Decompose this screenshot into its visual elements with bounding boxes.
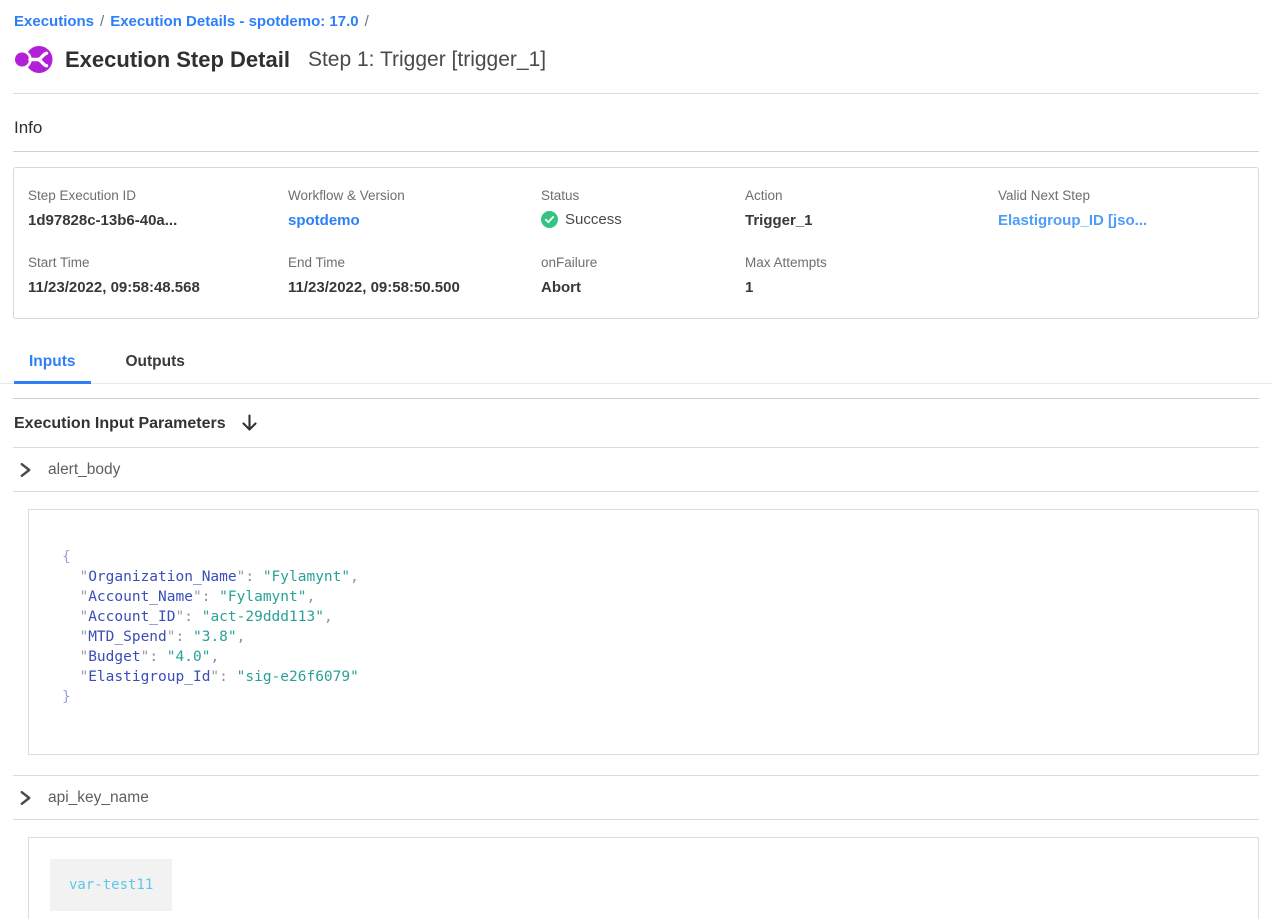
- info-section-heading: Info: [13, 94, 1259, 151]
- field-step-execution-id: Step Execution ID 1d97828c-13b6-40a...: [28, 188, 288, 229]
- alert-body-json-code: { "Organization_Name": "Fylamynt", "Acco…: [62, 547, 1238, 707]
- info-card: Step Execution ID 1d97828c-13b6-40a... W…: [13, 167, 1259, 319]
- field-label: Max Attempts: [745, 255, 998, 270]
- field-action: Action Trigger_1: [745, 188, 998, 229]
- field-start-time: Start Time 11/23/2022, 09:58:48.568: [28, 255, 288, 296]
- breadcrumb-separator: /: [359, 13, 375, 30]
- field-value: Abort: [541, 279, 745, 296]
- page-title: Execution Step Detail: [65, 47, 290, 73]
- breadcrumb-separator: /: [94, 13, 110, 30]
- param-name: alert_body: [48, 461, 120, 479]
- field-value: Trigger_1: [745, 212, 998, 229]
- execution-input-parameters-header: Execution Input Parameters: [13, 399, 1259, 447]
- breadcrumb-execution-details-link[interactable]: Execution Details - spotdemo: 17.0: [110, 13, 358, 30]
- tab-bar: Inputs Outputs: [0, 346, 1272, 384]
- workflow-link[interactable]: spotdemo: [288, 212, 541, 229]
- breadcrumb: Executions/Execution Details - spotdemo:…: [0, 0, 1272, 30]
- field-value: 11/23/2022, 09:58:50.500: [288, 279, 541, 296]
- field-label: Workflow & Version: [288, 188, 541, 203]
- field-value: 11/23/2022, 09:58:48.568: [28, 279, 288, 296]
- field-valid-next-step: Valid Next Step Elastigroup_ID [jso...: [998, 188, 1244, 229]
- api-key-name-value: var-test11: [50, 859, 172, 911]
- api-key-name-content-panel: var-test11: [28, 837, 1259, 919]
- field-label: onFailure: [541, 255, 745, 270]
- field-on-failure: onFailure Abort: [541, 255, 745, 296]
- status-text: Success: [565, 211, 622, 228]
- param-row-api-key-name[interactable]: api_key_name: [13, 776, 1259, 819]
- page-header: Execution Step Detail Step 1: Trigger [t…: [0, 30, 1272, 93]
- field-label: Action: [745, 188, 998, 203]
- field-status: Status Success: [541, 188, 745, 229]
- field-label: Start Time: [28, 255, 288, 270]
- param-name: api_key_name: [48, 789, 149, 807]
- field-workflow-version: Workflow & Version spotdemo: [288, 188, 541, 229]
- tab-inputs[interactable]: Inputs: [14, 346, 91, 383]
- field-label: End Time: [288, 255, 541, 270]
- field-label: Valid Next Step: [998, 188, 1244, 203]
- execution-step-detail-page: Executions/Execution Details - spotdemo:…: [0, 0, 1272, 919]
- field-end-time: End Time 11/23/2022, 09:58:50.500: [288, 255, 541, 296]
- divider: [13, 491, 1259, 492]
- status-badge: Success: [541, 211, 745, 228]
- field-label: Status: [541, 188, 745, 203]
- execution-input-parameters-title: Execution Input Parameters: [14, 415, 226, 433]
- down-arrow-icon[interactable]: [241, 414, 258, 433]
- field-label: Step Execution ID: [28, 188, 288, 203]
- alert-body-content-panel: { "Organization_Name": "Fylamynt", "Acco…: [28, 509, 1259, 755]
- param-row-alert-body[interactable]: alert_body: [13, 448, 1259, 491]
- tab-outputs[interactable]: Outputs: [111, 346, 200, 383]
- page-subtitle: Step 1: Trigger [trigger_1]: [308, 48, 546, 72]
- chevron-right-icon: [20, 463, 31, 477]
- spacer: [0, 384, 1272, 398]
- valid-next-step-link[interactable]: Elastigroup_ID [jso...: [998, 212, 1244, 229]
- chevron-right-icon: [20, 791, 31, 805]
- field-value: 1: [745, 279, 998, 296]
- success-check-icon: [541, 211, 558, 228]
- breadcrumb-executions-link[interactable]: Executions: [14, 13, 94, 30]
- fylamynt-logo-icon: [14, 42, 54, 77]
- field-value: 1d97828c-13b6-40a...: [28, 212, 288, 229]
- divider: [13, 151, 1259, 152]
- field-max-attempts: Max Attempts 1: [745, 255, 998, 296]
- divider: [13, 819, 1259, 820]
